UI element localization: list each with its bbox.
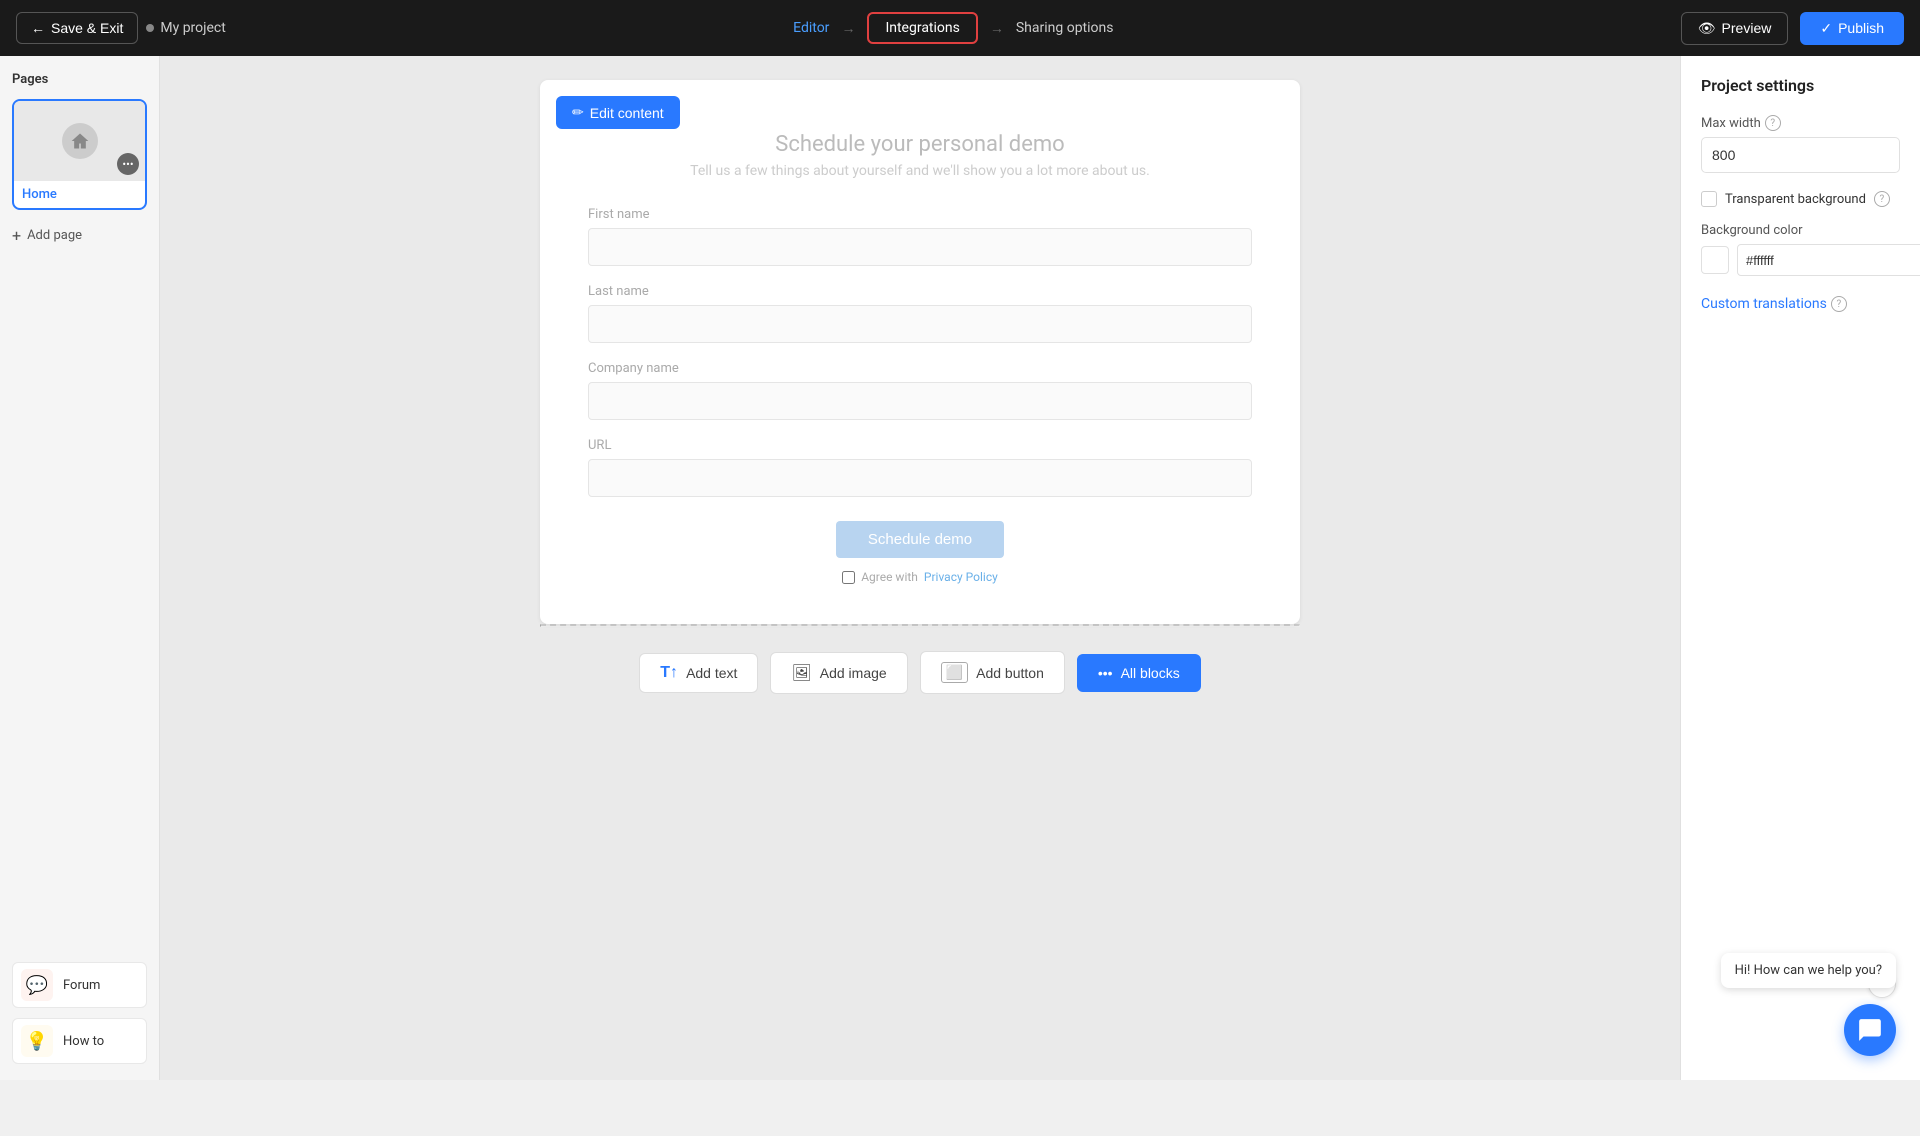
content-area: ✏ Edit content Schedule your personal de…: [160, 56, 1680, 1080]
bg-color-input[interactable]: [1737, 244, 1920, 276]
schedule-btn-row: Schedule demo: [588, 521, 1252, 558]
transparent-bg-row: Transparent background ?: [1701, 191, 1900, 207]
integrations-step[interactable]: Integrations: [867, 12, 977, 44]
main-layout: Pages ••• Home + Add page 💬 Forum 💡: [0, 56, 1920, 1080]
all-blocks-button[interactable]: ••• All blocks: [1077, 654, 1201, 692]
company-input[interactable]: [588, 382, 1252, 420]
sidebar-bottom-links: 💬 Forum 💡 How to: [12, 962, 147, 1064]
text-icon: T↑: [660, 664, 678, 682]
home-page-label: Home: [14, 181, 145, 208]
howto-link[interactable]: 💡 How to: [12, 1018, 147, 1064]
url-label: URL: [588, 438, 1252, 453]
editor-step[interactable]: Editor: [793, 20, 829, 36]
project-name: My project: [146, 20, 225, 36]
max-width-help-icon[interactable]: ?: [1765, 115, 1781, 131]
field-last-name: Last name: [588, 284, 1252, 343]
company-label: Company name: [588, 361, 1252, 376]
bg-color-row: [1701, 244, 1900, 276]
plus-icon: +: [12, 226, 21, 245]
all-blocks-icon: •••: [1098, 665, 1113, 681]
howto-icon: 💡: [21, 1025, 53, 1057]
arrow-integrations-sharing: →: [990, 20, 1004, 37]
chat-hint: Hi! How can we help you?: [1721, 953, 1896, 988]
eye-icon: 👁: [1698, 20, 1716, 37]
custom-translations-link[interactable]: Custom translations ?: [1701, 296, 1900, 312]
schedule-demo-button[interactable]: Schedule demo: [836, 521, 1004, 558]
last-name-label: Last name: [588, 284, 1252, 299]
add-blocks-row: T↑ Add text 🖼 Add image ⬜ Add button •••…: [540, 627, 1300, 718]
nav-steps: Editor → Integrations → Sharing options: [793, 12, 1113, 44]
checkmark-icon: ✓: [1820, 20, 1832, 37]
forum-icon: 💬: [21, 969, 53, 1001]
nav-left: ← Save & Exit My project: [16, 12, 226, 44]
max-width-input[interactable]: [1701, 137, 1900, 173]
forum-label: Forum: [63, 978, 100, 993]
page-more-button[interactable]: •••: [117, 153, 139, 175]
color-swatch[interactable]: [1701, 246, 1729, 274]
field-company: Company name: [588, 361, 1252, 420]
nav-right: 👁 Preview ✓ Publish: [1681, 12, 1904, 45]
field-url: URL: [588, 438, 1252, 497]
form-subtitle: Tell us a few things about yourself and …: [588, 163, 1252, 179]
chat-icon: [1857, 1017, 1883, 1043]
top-navigation: ← Save & Exit My project Editor → Integr…: [0, 0, 1920, 56]
chat-widget: Hi! How can we help you?: [1844, 1004, 1896, 1056]
privacy-row: Agree with Privacy Policy: [588, 570, 1252, 584]
divider-area: T↑ Add text 🖼 Add image ⬜ Add button •••…: [540, 624, 1300, 718]
howto-label: How to: [63, 1034, 104, 1049]
sidebar: Pages ••• Home + Add page 💬 Forum 💡: [0, 56, 160, 1080]
bg-color-label: Background color: [1701, 223, 1900, 238]
preview-button[interactable]: 👁 Preview: [1681, 12, 1789, 45]
form-title: Schedule your personal demo: [588, 132, 1252, 157]
right-panel: Project settings Max width ? Transparent…: [1680, 56, 1920, 1080]
image-icon: 🖼: [791, 663, 811, 683]
add-page-button[interactable]: + Add page: [12, 226, 147, 245]
last-name-input[interactable]: [588, 305, 1252, 343]
pencil-icon: ✏: [572, 104, 584, 121]
button-icon: ⬜: [941, 662, 968, 683]
add-text-button[interactable]: T↑ Add text: [639, 653, 758, 693]
edit-content-button[interactable]: ✏ Edit content: [556, 96, 680, 129]
sharing-step[interactable]: Sharing options: [1016, 20, 1114, 36]
field-first-name: First name: [588, 207, 1252, 266]
url-input[interactable]: [588, 459, 1252, 497]
form-preview: ✏ Edit content Schedule your personal de…: [540, 80, 1300, 624]
pages-title: Pages: [12, 72, 147, 87]
transparent-bg-checkbox[interactable]: [1701, 191, 1717, 207]
save-exit-button[interactable]: ← Save & Exit: [16, 12, 138, 44]
back-arrow-icon: ←: [31, 20, 45, 36]
agree-text: Agree with: [861, 570, 918, 584]
home-page-card[interactable]: ••• Home: [12, 99, 147, 210]
save-exit-label: Save & Exit: [51, 20, 123, 36]
chat-bubble-button[interactable]: [1844, 1004, 1896, 1056]
first-name-label: First name: [588, 207, 1252, 222]
first-name-input[interactable]: [588, 228, 1252, 266]
custom-translations-help-icon[interactable]: ?: [1831, 296, 1847, 312]
page-thumb-icon: [62, 123, 98, 159]
page-thumbnail: •••: [14, 101, 145, 181]
max-width-label: Max width ?: [1701, 115, 1900, 131]
publish-button[interactable]: ✓ Publish: [1800, 12, 1904, 45]
arrow-editor-integrations: →: [841, 20, 855, 37]
transparent-bg-help-icon[interactable]: ?: [1874, 191, 1890, 207]
add-button-button[interactable]: ⬜ Add button: [920, 651, 1065, 694]
add-image-button[interactable]: 🖼 Add image: [770, 652, 907, 694]
transparent-bg-label: Transparent background: [1725, 192, 1866, 207]
project-dot: [146, 24, 154, 32]
project-settings-title: Project settings: [1701, 76, 1900, 95]
forum-link[interactable]: 💬 Forum: [12, 962, 147, 1008]
privacy-checkbox[interactable]: [842, 571, 855, 584]
privacy-policy-link[interactable]: Privacy Policy: [924, 570, 998, 584]
